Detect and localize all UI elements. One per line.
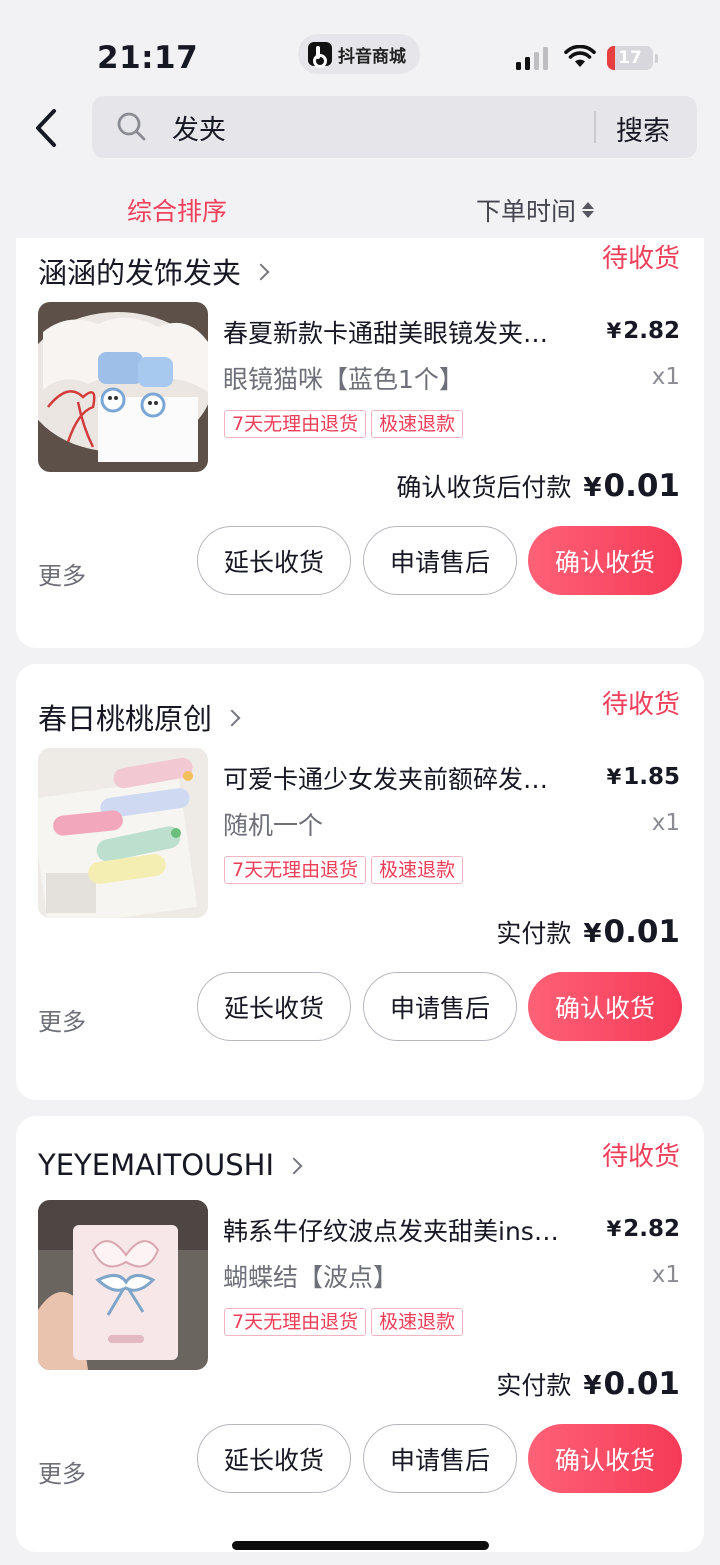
service-tags: 7天无理由退货 极速退款	[224, 1308, 464, 1336]
service-tags: 7天无理由退货 极速退款	[224, 410, 464, 438]
hair-clip-glasses-image	[38, 302, 208, 472]
payment-amount: ¥0.01	[583, 1366, 680, 1402]
payment-summary: 实付款 ¥0.01	[496, 1366, 680, 1402]
tag-fast-refund: 极速退款	[371, 856, 464, 884]
more-button[interactable]: 更多	[38, 1454, 86, 1489]
tag-7day-return: 7天无理由退货	[224, 410, 367, 438]
product-quantity: x1	[651, 1262, 680, 1288]
battery-cap	[655, 54, 658, 63]
currency-symbol: ¥	[583, 473, 602, 503]
product-price-value: 2.82	[623, 1216, 680, 1242]
product-price: ¥1.85	[607, 764, 680, 790]
product-quantity: x1	[651, 364, 680, 390]
extend-receipt-button[interactable]: 延长收货	[197, 526, 351, 595]
search-button[interactable]: 搜索	[616, 109, 670, 148]
status-bar: 21:17 抖音商城 17	[0, 0, 720, 88]
more-button[interactable]: 更多	[38, 1002, 86, 1037]
douyin-logo-icon	[308, 42, 332, 68]
payment-label: 实付款	[496, 1371, 572, 1400]
product-price-value: 1.85	[623, 764, 680, 790]
shop-name: YEYEMAITOUSHI	[38, 1148, 275, 1182]
payment-summary: 实付款 ¥0.01	[496, 914, 680, 950]
tag-fast-refund: 极速退款	[371, 410, 464, 438]
search-divider	[594, 111, 596, 143]
product-price-value: 2.82	[623, 318, 680, 344]
after-sales-button[interactable]: 申请售后	[363, 1424, 517, 1493]
payment-amount-value: 0.01	[603, 914, 681, 950]
confirm-receipt-button[interactable]: 确认收货	[528, 1424, 682, 1493]
currency-symbol: ¥	[606, 319, 622, 343]
battery-level: 17	[618, 48, 642, 68]
product-variant: 眼镜猫咪【蓝色1个】	[223, 365, 464, 394]
battery-icon: 17	[607, 46, 653, 70]
product-quantity: x1	[651, 810, 680, 836]
payment-amount-value: 0.01	[603, 468, 681, 504]
payment-amount: ¥0.01	[583, 914, 680, 950]
wifi-icon	[564, 45, 596, 67]
order-card: YEYEMAITOUSHI 待收货 韩系牛仔纹波点发夹甜美ins… 蝴蝶结【波点…	[16, 1116, 704, 1552]
tag-7day-return: 7天无理由退货	[224, 856, 367, 884]
search-box[interactable]: 搜索	[92, 96, 697, 158]
order-status: 待收货	[601, 244, 680, 274]
search-input[interactable]	[172, 108, 572, 146]
shop-link[interactable]: 春日桃桃原创	[38, 696, 241, 738]
currency-symbol: ¥	[606, 1217, 622, 1241]
cellular-signal-icon	[516, 46, 548, 70]
extend-receipt-button[interactable]: 延长收货	[197, 1424, 351, 1493]
back-arrow-icon[interactable]	[26, 106, 70, 150]
shop-link[interactable]: YEYEMAITOUSHI	[38, 1148, 303, 1182]
more-button[interactable]: 更多	[38, 556, 86, 591]
tab-order-time[interactable]: 下单时间	[476, 192, 595, 228]
shop-link[interactable]: 涵涵的发饰发夹	[38, 250, 270, 292]
product-price: ¥2.82	[607, 318, 680, 344]
product-title[interactable]: 可爱卡通少女发夹前额碎发…	[223, 760, 583, 796]
currency-symbol: ¥	[583, 919, 602, 949]
payment-amount: ¥0.01	[583, 468, 680, 504]
tab-order-time-label: 下单时间	[476, 197, 577, 226]
hair-clip-bow-image	[38, 1200, 208, 1370]
product-title[interactable]: 春夏新款卡通甜美眼镜发夹…	[223, 314, 583, 350]
confirm-receipt-button[interactable]: 确认收货	[528, 526, 682, 595]
chevron-right-icon	[252, 263, 270, 280]
extend-receipt-button[interactable]: 延长收货	[197, 972, 351, 1041]
payment-amount-value: 0.01	[603, 1366, 681, 1402]
order-card: 涵涵的发饰发夹 待收货 春夏新款卡通甜美眼镜发夹… 眼镜猫咪【蓝色1个】 ¥2.…	[16, 238, 704, 648]
header: 搜索 综合排序 下单时间	[0, 88, 720, 238]
tag-7day-return: 7天无理由退货	[224, 1308, 367, 1336]
after-sales-button[interactable]: 申请售后	[363, 526, 517, 595]
service-tags: 7天无理由退货 极速退款	[224, 856, 464, 884]
confirm-receipt-button[interactable]: 确认收货	[528, 972, 682, 1041]
after-sales-button[interactable]: 申请售后	[363, 972, 517, 1041]
payment-summary: 确认收货后付款 ¥0.01	[396, 468, 680, 504]
status-time: 21:17	[97, 40, 199, 76]
product-variant: 蝴蝶结【波点】	[223, 1263, 399, 1292]
app-name: 抖音商城	[338, 46, 406, 67]
payment-label: 实付款	[496, 919, 572, 948]
chevron-right-icon	[223, 709, 241, 726]
home-indicator[interactable]	[232, 1541, 489, 1550]
tab-comprehensive-sort[interactable]: 综合排序	[127, 192, 227, 228]
order-list[interactable]: 涵涵的发饰发夹 待收货 春夏新款卡通甜美眼镜发夹… 眼镜猫咪【蓝色1个】 ¥2.…	[0, 238, 720, 1565]
product-price: ¥2.82	[607, 1216, 680, 1242]
order-status: 待收货	[601, 1142, 680, 1172]
product-image[interactable]	[38, 302, 208, 472]
app-indicator-pill[interactable]: 抖音商城	[298, 34, 420, 74]
search-icon	[117, 112, 146, 141]
shop-name: 春日桃桃原创	[38, 702, 213, 736]
sort-arrows-icon	[582, 202, 595, 218]
product-image[interactable]	[38, 1200, 208, 1370]
currency-symbol: ¥	[583, 1371, 602, 1401]
product-variant: 随机一个	[223, 811, 324, 840]
chevron-right-icon	[285, 1157, 303, 1174]
hair-clips-pastel-image	[38, 748, 208, 918]
tag-fast-refund: 极速退款	[371, 1308, 464, 1336]
product-image[interactable]	[38, 748, 208, 918]
order-status: 待收货	[601, 690, 680, 720]
product-title[interactable]: 韩系牛仔纹波点发夹甜美ins…	[223, 1212, 583, 1248]
payment-label: 确认收货后付款	[396, 473, 572, 502]
currency-symbol: ¥	[606, 765, 622, 789]
shop-name: 涵涵的发饰发夹	[38, 256, 242, 290]
order-card: 春日桃桃原创 待收货 可爱卡通少女发夹前额碎发… 随机一个 ¥1.85 x1 7…	[16, 664, 704, 1100]
